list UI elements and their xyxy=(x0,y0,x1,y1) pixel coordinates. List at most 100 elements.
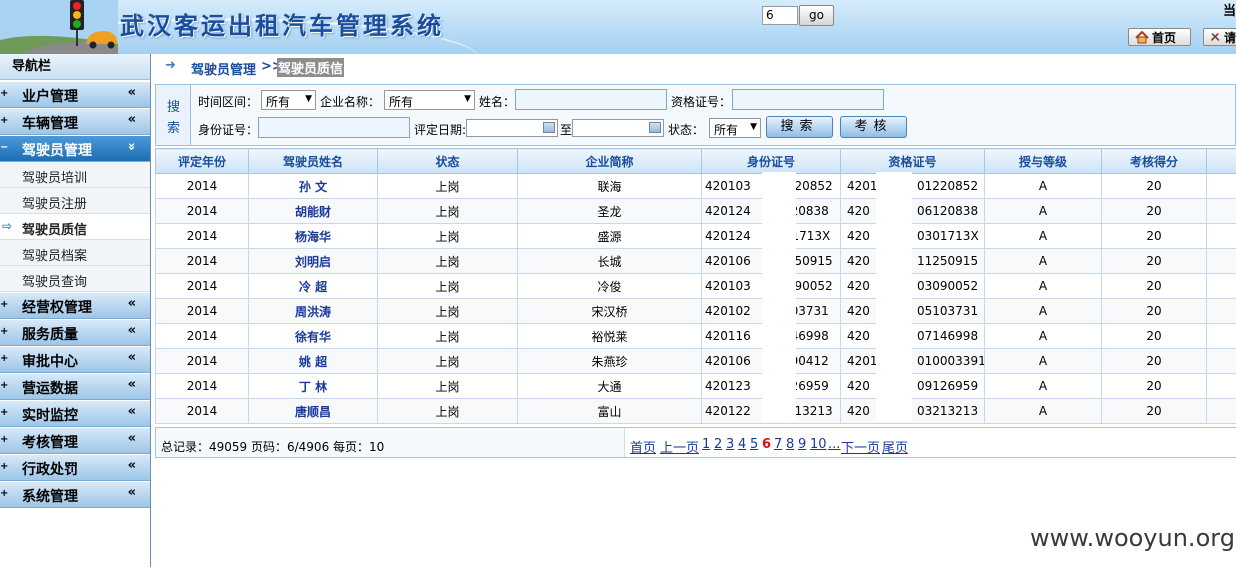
driver-name-cell[interactable]: 徐有华 xyxy=(248,323,378,349)
page-link-5[interactable]: 5 xyxy=(750,437,758,452)
id-input[interactable] xyxy=(258,117,410,138)
page-link-10[interactable]: 10 xyxy=(810,437,827,452)
chevron-collapse-icon: « xyxy=(127,85,136,100)
sidebar-group-service-quality[interactable]: + 服务质量 « xyxy=(0,320,150,346)
score-cell: 20 xyxy=(1101,298,1207,324)
sidebar-group-operation-data[interactable]: + 营运数据 « xyxy=(0,374,150,400)
driver-name-cell[interactable]: 冷 超 xyxy=(248,273,378,299)
status-value: 所有 xyxy=(714,123,739,137)
driver-name-cell[interactable]: 丁 林 xyxy=(248,373,378,399)
time-range-select[interactable]: 所有 ▼ xyxy=(261,90,316,110)
more-pages-link[interactable]: ... xyxy=(828,437,840,452)
driver-credit-table: 评定年份 驾驶员姓名 状态 企业简称 身份证号 资格证号 授与等级 考核得分 2… xyxy=(155,148,1236,424)
sidebar-item-driver-training[interactable]: 驾驶员培训 xyxy=(0,162,150,188)
sidebar-group-realtime-monitor[interactable]: + 实时监控 « xyxy=(0,401,150,427)
level-cell: A xyxy=(984,398,1102,424)
cert-number-cell: 4201 010003391 xyxy=(840,348,985,374)
page-number-input[interactable]: 6 xyxy=(762,6,798,25)
year-cell: 2014 xyxy=(155,248,249,274)
redaction-mask xyxy=(876,172,912,422)
driver-name-cell[interactable]: 胡能财 xyxy=(248,198,378,224)
breadcrumb-parent[interactable]: 驾驶员管理 xyxy=(191,59,256,78)
cert-number-cell: 420 07146998 xyxy=(840,323,985,349)
cert-number-cell: 420 0301713X xyxy=(840,223,985,249)
sidebar-group-label: 实时监控 xyxy=(22,408,78,424)
chevron-collapse-icon: « xyxy=(127,296,136,311)
page-link-1[interactable]: 1 xyxy=(702,437,710,452)
driver-name-cell[interactable]: 唐顺昌 xyxy=(248,398,378,424)
sidebar-divider xyxy=(150,54,151,567)
search-button[interactable]: 搜索 xyxy=(766,116,833,138)
sidebar-item-label: 驾驶员注册 xyxy=(22,197,88,212)
expand-icon: + xyxy=(0,407,9,418)
sidebar-group-approval[interactable]: + 审批中心 « xyxy=(0,347,150,373)
sidebar-item-driver-credit[interactable]: ⇨ 驾驶员质信 xyxy=(0,214,150,240)
date-label: 评定日期: xyxy=(414,123,467,137)
sidebar-nav: 导航栏 + 业户管理 « + 车辆管理 « − 驾驶员管理 « 驾驶员培训 驾驶… xyxy=(0,54,150,567)
last-page-link[interactable]: 尾页 xyxy=(882,437,908,456)
status-cell: 上岗 xyxy=(377,298,518,324)
driver-name-cell[interactable]: 杨海华 xyxy=(248,223,378,249)
status-cell: 上岗 xyxy=(377,248,518,274)
table-row: 2014冷 超上岗冷俊420103909005242003090052A20 xyxy=(155,273,1236,299)
home-button[interactable]: 首页 xyxy=(1128,28,1191,46)
date-from-input[interactable] xyxy=(466,119,558,137)
score-cell: 20 xyxy=(1101,348,1207,374)
sidebar-group-label: 服务质量 xyxy=(22,327,78,343)
sidebar-group-label: 驾驶员管理 xyxy=(22,143,92,159)
company-select[interactable]: 所有 ▼ xyxy=(384,90,475,110)
header-user-text: 当 xyxy=(1222,4,1236,19)
name-input[interactable] xyxy=(515,89,667,110)
calendar-icon[interactable] xyxy=(649,122,661,133)
page-link-4[interactable]: 4 xyxy=(738,437,746,452)
driver-name-cell[interactable]: 刘明启 xyxy=(248,248,378,274)
year-cell: 2014 xyxy=(155,373,249,399)
cert-number-cell: 420 11250915 xyxy=(840,248,985,274)
sidebar-group-assessment[interactable]: + 考核管理 « xyxy=(0,428,150,454)
row-spacer-cell xyxy=(1206,173,1236,199)
page-link-2[interactable]: 2 xyxy=(714,437,722,452)
cert-suffix: 11250915 xyxy=(917,254,979,268)
pagination-bar: 总记录：49059 页码：6/4906 每页：10 首页 上一页 1 2 3 4… xyxy=(155,427,1236,458)
page-link-3[interactable]: 3 xyxy=(726,437,734,452)
id-prefix: 420124 xyxy=(705,229,751,243)
year-cell: 2014 xyxy=(155,398,249,424)
calendar-icon[interactable] xyxy=(543,122,555,133)
sidebar-group-vehicle[interactable]: + 车辆管理 « xyxy=(0,109,150,135)
driver-name-cell[interactable]: 孙 文 xyxy=(248,173,378,199)
sidebar-item-driver-archive[interactable]: 驾驶员档案 xyxy=(0,240,150,266)
page-link-8[interactable]: 8 xyxy=(786,437,794,452)
tools-icon xyxy=(1210,32,1220,42)
sidebar-group-operating-rights[interactable]: + 经营权管理 « xyxy=(0,293,150,319)
driver-name-cell[interactable]: 姚 超 xyxy=(248,348,378,374)
id-prefix: 420116 xyxy=(705,329,751,343)
dropdown-arrow-icon: ▼ xyxy=(464,94,471,104)
home-icon xyxy=(1135,30,1149,43)
review-button[interactable]: 考核 xyxy=(840,116,907,138)
first-page-link[interactable]: 首页 xyxy=(630,437,656,456)
sidebar-group-household[interactable]: + 业户管理 « xyxy=(0,82,150,108)
sidebar-group-driver[interactable]: − 驾驶员管理 « xyxy=(0,136,150,162)
go-button[interactable]: go xyxy=(799,5,834,26)
chevron-collapse-icon: « xyxy=(127,485,136,500)
sidebar-group-system[interactable]: + 系统管理 « xyxy=(0,482,150,508)
driver-name-cell[interactable]: 周洪涛 xyxy=(248,298,378,324)
row-spacer-cell xyxy=(1206,323,1236,349)
status-cell: 上岗 xyxy=(377,398,518,424)
page-link-7[interactable]: 7 xyxy=(774,437,782,452)
tools-button[interactable]: 请 xyxy=(1203,28,1236,46)
cert-input[interactable] xyxy=(732,89,884,110)
table-row: 2014杨海华上岗盛源4201247)1713X4200301713XA20 xyxy=(155,223,1236,249)
next-page-link[interactable]: 下一页 xyxy=(841,437,880,456)
year-cell: 2014 xyxy=(155,173,249,199)
cert-number-cell: 420 06120838 xyxy=(840,198,985,224)
sidebar-group-penalty[interactable]: + 行政处罚 « xyxy=(0,455,150,481)
date-to-input[interactable] xyxy=(572,119,664,137)
page-link-9[interactable]: 9 xyxy=(798,437,806,452)
status-select[interactable]: 所有 ▼ xyxy=(709,118,761,138)
prev-page-link[interactable]: 上一页 xyxy=(660,437,699,456)
sidebar-item-driver-query[interactable]: 驾驶员查询 xyxy=(0,266,150,292)
cert-label: 资格证号： xyxy=(671,95,732,109)
sidebar-item-driver-register[interactable]: 驾驶员注册 xyxy=(0,188,150,214)
sidebar-item-label: 驾驶员档案 xyxy=(22,249,88,264)
